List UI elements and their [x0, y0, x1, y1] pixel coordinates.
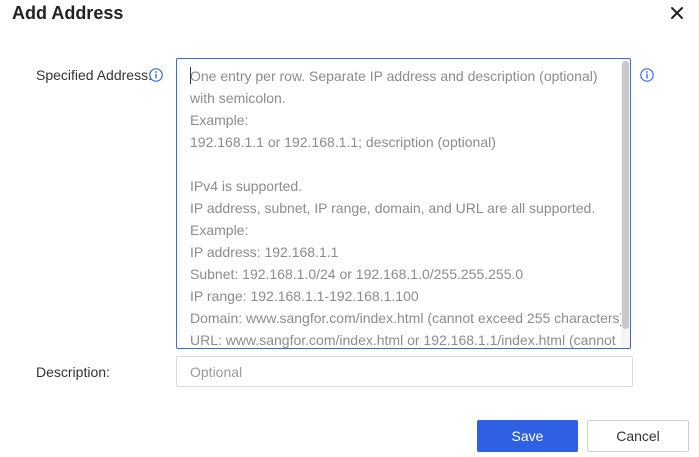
placeholder-line: Example: [190, 222, 249, 238]
placeholder-line: 192.168.1.1 or 192.168.1.1; description … [190, 134, 496, 150]
save-button[interactable]: Save [477, 420, 578, 452]
description-input[interactable] [176, 356, 633, 387]
cancel-button[interactable]: Cancel [587, 420, 689, 452]
info-icon[interactable] [640, 68, 654, 82]
specified-address-label: Specified Address: [36, 67, 152, 83]
info-icon[interactable] [149, 68, 163, 82]
placeholder-line: IPv4 is supported. [190, 178, 303, 194]
description-label: Description: [36, 364, 110, 380]
placeholder-line: IP address: 192.168.1.1 [190, 244, 339, 260]
text-caret [190, 67, 191, 84]
add-address-dialog: Add Address Specified Address: One entry… [0, 0, 699, 457]
dialog-title: Add Address [12, 3, 124, 23]
placeholder-line: Example: [190, 112, 249, 128]
placeholder-line: Subnet: 192.168.1.0/24 or 192.168.1.0/25… [190, 266, 524, 282]
placeholder-line: One entry per row. Separate IP address a… [190, 68, 598, 84]
textarea-scrollbar[interactable] [621, 59, 630, 348]
placeholder-line: URL: www.sangfor.com/index.html or 192.1… [190, 332, 616, 348]
placeholder-line: Domain: www.sangfor.com/index.html (cann… [190, 310, 625, 326]
specified-address-textarea[interactable]: One entry per row. Separate IP address a… [176, 58, 631, 349]
placeholder-line: with semicolon. [190, 90, 286, 106]
placeholder-line [190, 153, 615, 175]
close-icon[interactable] [668, 4, 686, 22]
placeholder-line: IP address, subnet, IP range, domain, an… [190, 200, 596, 216]
placeholder-line: IP range: 192.168.1.1-192.168.1.100 [190, 288, 419, 304]
scrollbar-thumb[interactable] [622, 61, 629, 329]
specified-address-placeholder: One entry per row. Separate IP address a… [190, 65, 625, 348]
